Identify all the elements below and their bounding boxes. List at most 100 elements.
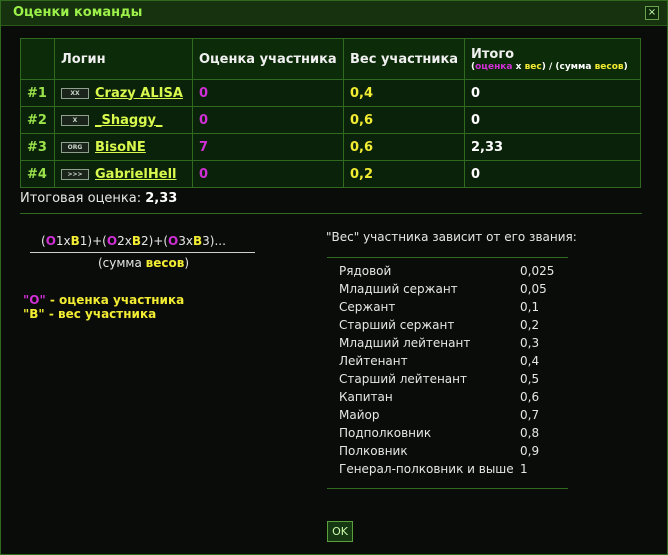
rank-name: Старший лейтенант xyxy=(339,372,467,386)
rank-name: Подполковник xyxy=(339,426,432,440)
formula-den-open: (сумма xyxy=(98,256,146,270)
player-login-link[interactable]: Crazy ALISA xyxy=(95,86,183,101)
row-weight: 0,2 xyxy=(343,160,465,188)
window-title: Оценки команды xyxy=(13,5,143,20)
row-weight: 0,4 xyxy=(343,79,465,107)
header-total: Итого (оценка x вес) / (сумма весов) xyxy=(464,38,641,80)
table-row: #1 XX Crazy ALISA 0 0,4 0 xyxy=(20,79,641,107)
row-score: 0 xyxy=(192,79,344,107)
formula-o: О xyxy=(168,234,179,248)
row-login-cell: XX Crazy ALISA xyxy=(54,79,193,107)
rank-weight: 0,1 xyxy=(520,300,540,314)
rank-weight: 0,7 xyxy=(520,408,540,422)
legend-v-key: "В" xyxy=(23,307,45,321)
formula-part: 2x xyxy=(117,234,132,248)
header-login: Логин xyxy=(54,38,193,80)
formula-part: 2)+( xyxy=(140,234,169,248)
legend-v-text: - вес участника xyxy=(44,307,157,321)
legend-o: "О" - оценка участника xyxy=(23,293,184,307)
header-total-label: Итого xyxy=(471,46,515,62)
team-scores-table: Логин Оценка участника Вес участника Ито… xyxy=(20,38,641,188)
header-score: Оценка участника xyxy=(192,38,344,80)
header-total-sub-close: ) xyxy=(623,61,628,72)
rank-weight: 0,8 xyxy=(520,426,540,440)
player-login-link[interactable]: GabrielHell xyxy=(95,167,177,182)
row-weight: 0,6 xyxy=(343,133,465,161)
header-total-sub-mid: ) / (сумма xyxy=(541,61,595,72)
table-row: #4 >>> GabrielHell 0 0,2 0 xyxy=(20,160,641,188)
team-scores-window: Оценки команды × Логин Оценка участника … xyxy=(0,0,668,555)
header-total-sub-x: x xyxy=(512,61,525,72)
formula-part: 3x xyxy=(178,234,193,248)
rank-name: Младший лейтенант xyxy=(339,336,471,350)
table-row: #2 X _Shaggy_ 0 0,6 0 xyxy=(20,106,641,134)
rank-name: Лейтенант xyxy=(339,354,408,368)
rank-weight: 0,2 xyxy=(520,318,540,332)
rank-weight: 0,025 xyxy=(520,264,555,278)
table-header-row: Логин Оценка участника Вес участника Ито… xyxy=(20,38,641,80)
formula-b: В xyxy=(70,234,80,248)
legend-o-key: "О" xyxy=(23,293,46,307)
row-score: 0 xyxy=(192,160,344,188)
player-login-link[interactable]: BisoNE xyxy=(95,140,146,155)
formula-den-weights: весов xyxy=(145,256,185,270)
row-login-cell: X _Shaggy_ xyxy=(54,106,193,134)
formula-part: 1)+( xyxy=(79,234,107,248)
row-score: 7 xyxy=(192,133,344,161)
header-total-sub-score: оценка xyxy=(475,61,513,72)
rank-weight: 0,6 xyxy=(520,390,540,404)
close-icon[interactable]: × xyxy=(645,6,659,20)
rank-weight: 0,3 xyxy=(520,336,540,350)
header-total-sub-weight: вес xyxy=(524,61,542,72)
header-total-formula: (оценка x вес) / (сумма весов) xyxy=(471,62,639,72)
formula-b: В xyxy=(192,234,203,248)
rank-weight: 0,05 xyxy=(520,282,547,296)
formula-b: В xyxy=(131,234,141,248)
formula-o: О xyxy=(45,234,56,248)
header-rank xyxy=(20,38,55,80)
header-weight: Вес участника xyxy=(343,38,465,80)
row-rank: #2 xyxy=(20,106,55,134)
rank-name: Младший сержант xyxy=(339,282,458,296)
ranks-list: Рядовой 0,025 Младший сержант 0,05 Сержант… xyxy=(327,257,568,489)
row-total: 2,33 xyxy=(464,133,641,161)
ranks-title: "Вес" участника зависит от его звания: xyxy=(326,230,577,244)
section-divider xyxy=(20,213,642,214)
rank-weight: 0,5 xyxy=(520,372,540,386)
formula-fraction-line xyxy=(30,252,255,253)
rank-weight: 0,4 xyxy=(520,354,540,368)
clan-badge-icon: XX xyxy=(61,87,89,99)
header-total-sub-weights: весов xyxy=(594,61,624,72)
final-score: Итоговая оценка: 2,33 xyxy=(20,191,177,206)
rank-name: Капитан xyxy=(339,390,393,404)
table-row: #3 ORG BisoNE 7 0,6 2,33 xyxy=(20,133,641,161)
formula-part: 1x xyxy=(55,234,71,248)
clan-badge-icon: ORG xyxy=(61,141,89,153)
player-login-link[interactable]: _Shaggy_ xyxy=(95,113,162,128)
rank-name: Старший сержант xyxy=(339,318,455,332)
row-rank: #4 xyxy=(20,160,55,188)
rank-name: Рядовой xyxy=(339,264,392,278)
formula-den-close: ) xyxy=(184,256,190,270)
row-weight: 0,6 xyxy=(343,106,465,134)
legend-o-text: - оценка участника xyxy=(45,293,185,307)
row-login-cell: ORG BisoNE xyxy=(54,133,193,161)
row-rank: #3 xyxy=(20,133,55,161)
row-rank: #1 xyxy=(20,79,55,107)
rank-weight: 1 xyxy=(520,462,528,476)
clan-badge-icon: >>> xyxy=(61,168,89,180)
formula-legend: "О" - оценка участника "В" - вес участни… xyxy=(23,293,184,321)
final-score-label: Итоговая оценка: xyxy=(20,191,142,206)
row-login-cell: >>> GabrielHell xyxy=(54,160,193,188)
rank-name: Полковник xyxy=(339,444,408,458)
title-bar: Оценки команды × xyxy=(1,1,667,26)
rank-name: Генерал-полковник и выше xyxy=(339,462,514,476)
formula-numerator: (О1xВ1)+(О2xВ2)+(О3xВ3)... xyxy=(41,234,226,248)
row-total: 0 xyxy=(464,106,641,134)
rank-name: Сержант xyxy=(339,300,396,314)
ok-button[interactable]: OK xyxy=(327,521,353,542)
formula-denominator: (сумма весов) xyxy=(98,256,189,270)
clan-badge-icon: X xyxy=(61,114,89,126)
rank-weight: 0,9 xyxy=(520,444,540,458)
formula-o: О xyxy=(106,234,118,248)
